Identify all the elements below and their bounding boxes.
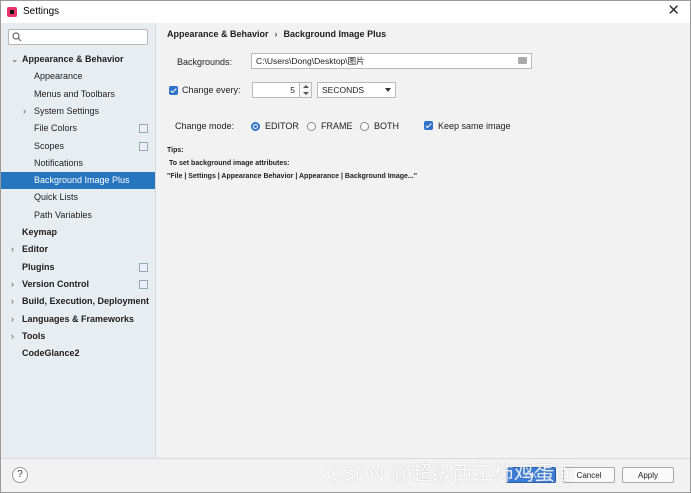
sidebar-item-label: Background Image Plus	[34, 175, 130, 186]
sidebar-item[interactable]: ⌄ Appearance & Behavior	[1, 51, 155, 68]
sidebar-item[interactable]: › Build, Execution, Deployment	[1, 293, 155, 310]
window-title: Settings	[23, 6, 60, 17]
change-every-checkbox[interactable]	[169, 86, 178, 95]
sidebar-item-label: Keymap	[22, 227, 58, 237]
sidebar-item[interactable]: › Version Control	[1, 276, 155, 293]
chevron-down-icon	[385, 88, 391, 95]
sidebar-item-label: Version Control	[22, 278, 90, 289]
radio-both-label[interactable]: BOTH	[374, 121, 399, 131]
backgrounds-label: Backgrounds:	[177, 57, 233, 67]
chevron-right-icon[interactable]: ›	[11, 328, 14, 345]
sidebar-item[interactable]: Menus and Toolbars	[1, 86, 155, 103]
search-icon	[12, 32, 22, 42]
sidebar-item-label: Appearance & Behavior	[22, 54, 124, 64]
close-icon[interactable]: ✕	[667, 3, 680, 19]
apply-button[interactable]: Apply	[622, 467, 674, 483]
radio-editor[interactable]	[251, 122, 260, 131]
sidebar-item[interactable]: › Editor	[1, 241, 155, 258]
sidebar-item-label: Appearance	[34, 71, 83, 82]
radio-editor-label[interactable]: EDITOR	[265, 121, 299, 131]
search-input[interactable]	[8, 29, 148, 45]
keep-same-image-label: Keep same image	[438, 121, 511, 131]
sidebar-item[interactable]: Quick Lists	[1, 189, 155, 206]
change-every-stepper[interactable]	[299, 82, 312, 98]
keep-same-image-checkbox[interactable]	[424, 121, 433, 130]
sidebar-item-label: Languages & Frameworks	[22, 313, 135, 324]
radio-both[interactable]	[360, 122, 369, 131]
sidebar-item[interactable]: Path Variables	[1, 207, 155, 224]
sidebar-item[interactable]: Background Image Plus	[1, 172, 155, 190]
sidebar-item[interactable]: Keymap	[1, 224, 155, 241]
chevron-right-icon[interactable]: ›	[11, 293, 14, 310]
project-scope-icon	[139, 279, 148, 289]
tips-line-1: To set background image attributes:	[169, 160, 290, 167]
settings-content: Appearance & Behavior › Background Image P…	[156, 23, 690, 458]
tips-line-2: "File | Settings | Appearance Behavior |…	[167, 173, 418, 180]
sidebar-item[interactable]: › Languages & Frameworks	[1, 311, 155, 328]
sidebar-item[interactable]: Appearance	[1, 68, 155, 85]
breadcrumb-parent[interactable]: Appearance & Behavior	[167, 29, 269, 39]
sidebar-item[interactable]: Scopes	[1, 138, 155, 155]
sidebar-item-label: CodeGlance2	[22, 348, 80, 359]
chevron-right-icon[interactable]: ›	[11, 276, 14, 293]
breadcrumb: Appearance & Behavior › Background Image P…	[167, 29, 386, 39]
sidebar-item-label: Editor	[22, 244, 48, 255]
tips-title: Tips:	[167, 147, 184, 154]
sidebar-item[interactable]: › System Settings	[1, 103, 155, 120]
sidebar-item-label: System Settings	[34, 105, 100, 116]
sidebar-item-label: Plugins	[22, 261, 55, 272]
settings-window: Settings ✕ ⌄ Appearance & Behavior Appeara…	[0, 0, 691, 493]
backgrounds-path-field[interactable]: C:\Users\Dong\Desktop\图片	[251, 53, 532, 69]
sidebar-item-label: Path Variables	[34, 209, 92, 220]
sidebar-item-label: Tools	[22, 330, 46, 341]
csdn-watermark: CSDN @超级西红柿鸡蛋面	[326, 463, 576, 485]
project-scope-icon	[139, 124, 148, 134]
change-mode-label: Change mode:	[175, 121, 235, 131]
chevron-down-icon[interactable]: ⌄	[11, 51, 19, 68]
change-every-label: Change every:	[182, 85, 241, 95]
sidebar-item[interactable]: CodeGlance2	[1, 345, 155, 362]
sidebar-item-label: Quick Lists	[34, 192, 79, 203]
radio-frame[interactable]	[307, 122, 316, 131]
settings-sidebar: ⌄ Appearance & Behavior Appearance Menus an…	[1, 23, 156, 458]
backgrounds-path-value: C:\Users\Dong\Desktop\图片	[256, 56, 365, 66]
radio-frame-label[interactable]: FRAME	[321, 121, 353, 131]
project-scope-icon	[139, 262, 148, 272]
folder-icon[interactable]	[518, 57, 527, 64]
sidebar-item[interactable]: › Tools	[1, 328, 155, 345]
sidebar-item-label: Menus and Toolbars	[34, 88, 115, 99]
time-unit-value: SECONDS	[322, 85, 365, 95]
sidebar-item[interactable]: Plugins	[1, 259, 155, 276]
sidebar-item-label: File Colors	[34, 123, 78, 134]
change-every-value: 5	[290, 85, 295, 95]
sidebar-item-label: Build, Execution, Deployment	[22, 296, 150, 307]
time-unit-select[interactable]: SECONDS	[317, 82, 396, 98]
sidebar-item-label: Scopes	[34, 140, 65, 151]
sidebar-item-label: Notifications	[34, 157, 84, 168]
sidebar-item[interactable]: File Colors	[1, 120, 155, 137]
chevron-right-icon[interactable]: ›	[11, 241, 14, 258]
change-every-input[interactable]: 5	[252, 82, 300, 98]
breadcrumb-current: Background Image Plus	[283, 29, 387, 39]
title-bar: Settings ✕	[1, 1, 690, 23]
sidebar-item[interactable]: Notifications	[1, 155, 155, 172]
breadcrumb-separator: ›	[274, 29, 278, 39]
help-button[interactable]: ?	[12, 467, 28, 483]
chevron-right-icon[interactable]: ›	[23, 103, 26, 120]
chevron-right-icon[interactable]: ›	[11, 311, 14, 328]
app-icon	[7, 7, 17, 17]
project-scope-icon	[139, 141, 148, 151]
